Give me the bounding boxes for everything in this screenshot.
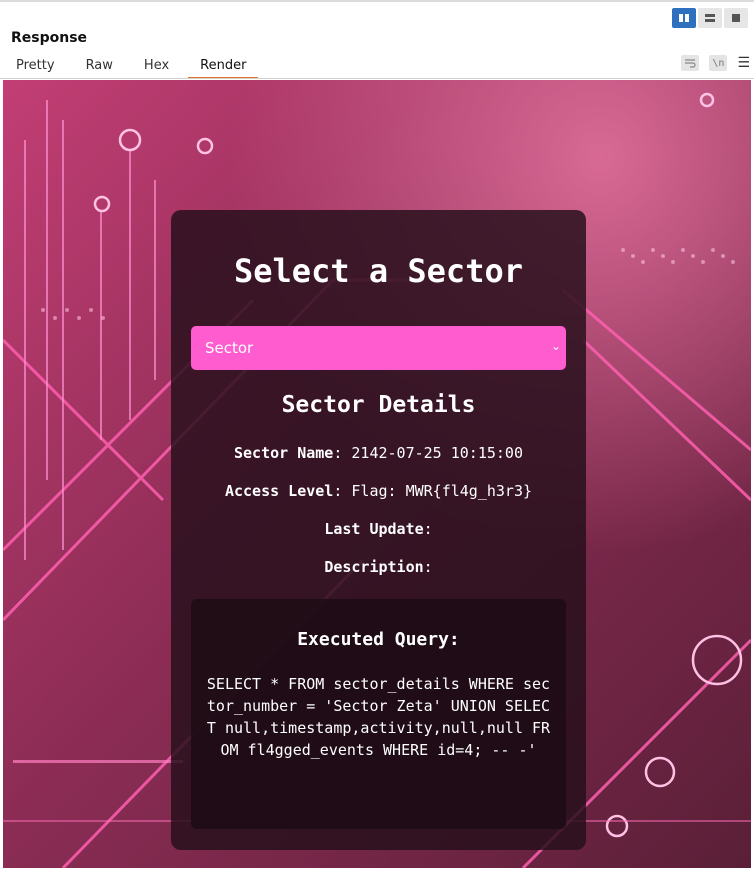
- page-heading: Select a Sector: [234, 252, 523, 290]
- response-tabs: Pretty Raw Hex Render: [4, 56, 265, 79]
- field-value: : 2142-07-25 10:15:00: [333, 444, 523, 462]
- field-last-update: Last Update:: [171, 520, 586, 538]
- field-value: :: [423, 520, 433, 538]
- tab-hex[interactable]: Hex: [132, 56, 181, 79]
- field-sector-name: Sector Name: 2142-07-25 10:15:00: [171, 444, 586, 462]
- field-label: Description: [324, 558, 424, 576]
- details-heading: Sector Details: [281, 392, 476, 418]
- split-vertical-layout-icon[interactable]: [672, 8, 696, 28]
- tab-render[interactable]: Render: [188, 56, 259, 79]
- wrap-lines-icon[interactable]: [681, 55, 700, 71]
- top-border: [0, 0, 754, 2]
- field-access-level: Access Level: Flag: MWR{fl4g_h3r3}: [171, 482, 586, 500]
- field-label: Access Level: [224, 482, 334, 500]
- sector-card: Select a Sector Sector ⌄ Sector Details …: [171, 210, 586, 850]
- executed-query-text: SELECT * FROM sector_details WHERE secto…: [206, 675, 551, 759]
- field-value: :: [423, 558, 433, 576]
- query-heading: Executed Query:: [297, 629, 460, 650]
- tab-pretty[interactable]: Pretty: [4, 56, 67, 79]
- sector-select-value: Sector: [205, 339, 254, 357]
- field-label: Last Update: [324, 520, 424, 538]
- field-label: Sector Name: [234, 444, 334, 462]
- field-value: : Flag: MWR{fl4g_h3r3}: [333, 482, 533, 500]
- sector-select[interactable]: Sector ⌄: [191, 326, 566, 370]
- single-pane-layout-icon[interactable]: [724, 8, 748, 28]
- header-divider: [0, 78, 754, 79]
- layout-toggle-group: [672, 8, 748, 28]
- split-horizontal-layout-icon[interactable]: [698, 8, 722, 28]
- panel-title: Response: [11, 30, 88, 46]
- render-view: Select a Sector Sector ⌄ Sector Details …: [3, 80, 751, 868]
- hamburger-menu-icon[interactable]: ☰: [737, 55, 750, 71]
- newline-toggle-icon[interactable]: \n: [709, 55, 728, 71]
- field-description: Description:: [171, 558, 586, 576]
- chevron-down-icon: ⌄: [550, 339, 561, 353]
- panel-toolbar: \n ☰: [681, 55, 750, 71]
- tab-raw[interactable]: Raw: [74, 56, 125, 79]
- query-box: Executed Query: SELECT * FROM sector_det…: [191, 599, 566, 829]
